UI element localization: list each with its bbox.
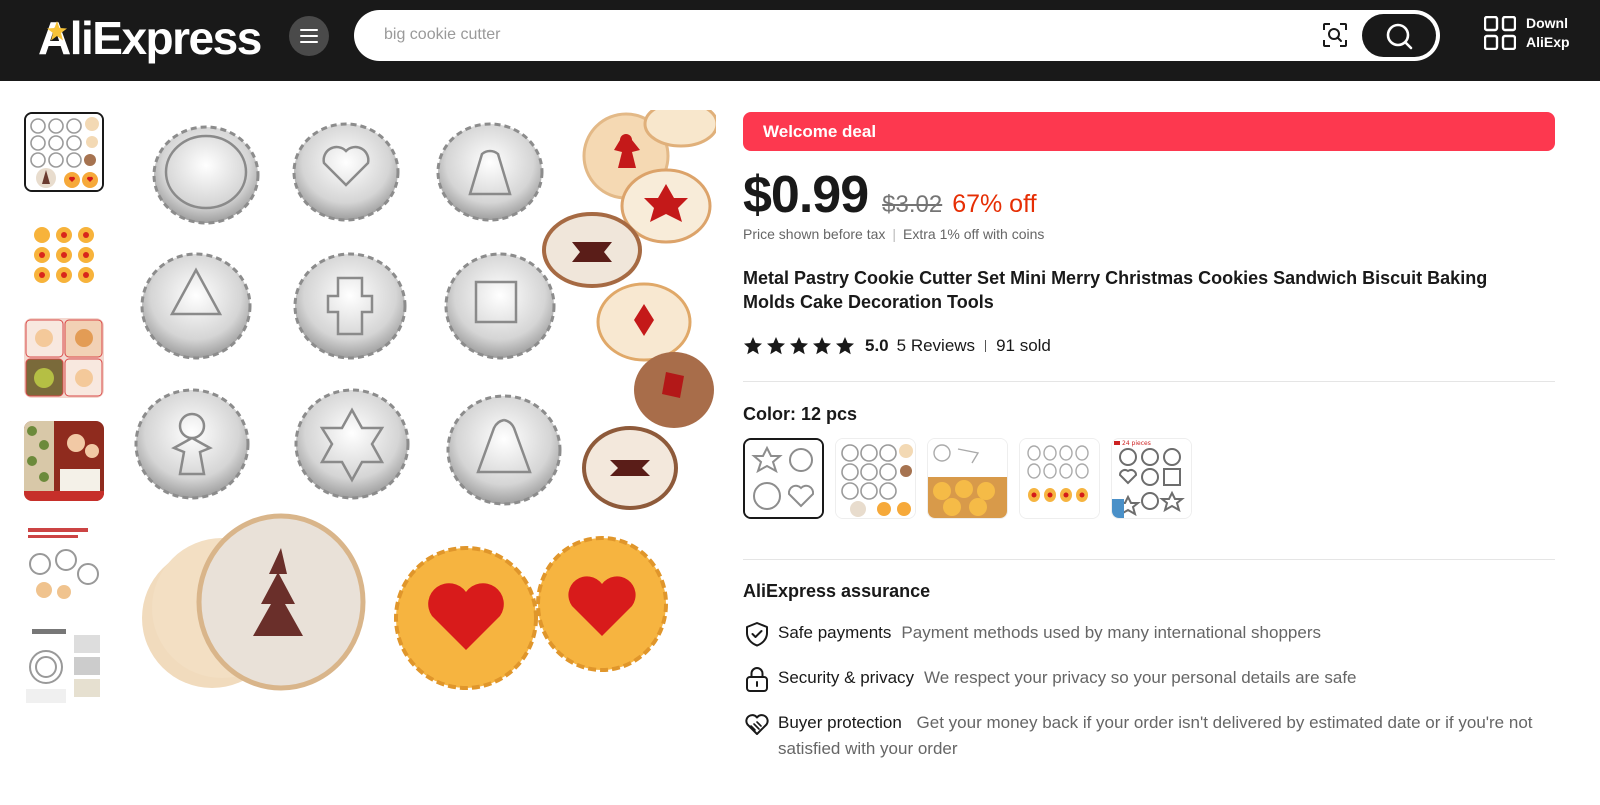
- thumbnail-6[interactable]: [24, 627, 104, 707]
- star-icon: [836, 337, 854, 355]
- assurance-desc: Payment methods used by many internation…: [901, 623, 1321, 642]
- variant-selector: 24 pieces: [743, 438, 1192, 519]
- handshake-heart-icon: [745, 714, 769, 735]
- assurance-label: Safe payments: [778, 623, 892, 642]
- thumbnail-image: [24, 318, 104, 398]
- divider: [743, 559, 1555, 560]
- assurance-safe-payments: Safe payments Payment methods used by ma…: [743, 620, 1555, 648]
- thumbnail-image: [24, 215, 104, 295]
- current-price: $0.99: [743, 166, 869, 224]
- thumbnail-3[interactable]: [24, 318, 104, 398]
- star-icon: [744, 337, 762, 355]
- main-product-image[interactable]: [126, 110, 716, 700]
- app-download-link[interactable]: Downl AliExp: [1484, 14, 1570, 52]
- variant-option-3[interactable]: [927, 438, 1008, 519]
- lock-icon: [746, 667, 768, 692]
- variant-option-4[interactable]: [1019, 438, 1100, 519]
- assurance-security-privacy: Security & privacy We respect your priva…: [743, 665, 1555, 693]
- menu-icon: [300, 29, 318, 43]
- camera-search-icon: [1323, 23, 1347, 47]
- top-header: AliExpress big cookie cutter Downl AliEx…: [0, 0, 1600, 81]
- separator: |: [892, 226, 897, 242]
- thumbnail-1[interactable]: [24, 112, 104, 192]
- variant-option-5[interactable]: 24 pieces: [1111, 438, 1192, 519]
- app-download-line2: AliExp: [1526, 34, 1570, 50]
- menu-button[interactable]: [289, 16, 329, 56]
- thumbnail-image: [24, 421, 104, 501]
- original-price: $3.02: [882, 191, 943, 218]
- search-input[interactable]: [384, 22, 1284, 48]
- star-icon: [790, 337, 808, 355]
- variant-banner-text: 24 pieces: [1122, 440, 1151, 447]
- product-title: Metal Pastry Cookie Cutter Set Mini Merr…: [743, 268, 1488, 312]
- thumbnail-4[interactable]: [24, 421, 104, 501]
- welcome-deal-banner: Welcome deal: [743, 112, 1555, 151]
- logo-star-icon: [47, 21, 67, 41]
- variant-image: [836, 439, 915, 518]
- assurance-label: Buyer protection: [778, 713, 902, 732]
- search-button[interactable]: [1362, 14, 1436, 57]
- star-icon: [813, 337, 831, 355]
- tax-note: Price shown before tax: [743, 226, 886, 242]
- color-label: Color: 12 pcs: [743, 404, 858, 424]
- aliexpress-logo[interactable]: AliExpress: [38, 10, 262, 66]
- shield-check-icon: [746, 622, 768, 647]
- assurance-desc: We respect your privacy so your personal…: [924, 668, 1357, 687]
- assurance-label: Security & privacy: [778, 668, 915, 687]
- logo-text: AliExpress: [38, 12, 262, 64]
- separator: [985, 340, 987, 352]
- thumbnail-list: [24, 112, 106, 730]
- qr-code-icon: [1484, 16, 1516, 50]
- discount-label: 67% off: [952, 190, 1037, 218]
- search-bar: [354, 10, 1440, 61]
- sold-count: 91 sold: [996, 336, 1051, 355]
- rating-score: 5.0: [865, 336, 889, 355]
- coins-note: Extra 1% off with coins: [903, 226, 1045, 242]
- variant-image: 24 pieces: [1112, 439, 1191, 518]
- assurance-buyer-protection: Buyer protection Get your money back if …: [743, 710, 1555, 762]
- price-notes: Price shown before tax | Extra 1% off with…: [743, 226, 1044, 242]
- price-row: $0.99 $3.02 67% off: [743, 165, 1037, 225]
- variant-image: [1020, 439, 1099, 518]
- variant-option-1[interactable]: [743, 438, 824, 519]
- variant-option-2[interactable]: [835, 438, 916, 519]
- thumbnail-image: [24, 627, 104, 707]
- variant-image: [745, 440, 822, 517]
- thumbnail-image: [24, 524, 104, 604]
- thumbnail-image: [26, 114, 102, 190]
- assurance-title: AliExpress assurance: [743, 581, 931, 601]
- star-rating: [743, 336, 855, 356]
- image-search-button[interactable]: [1320, 20, 1350, 50]
- app-download-line1: Downl: [1526, 15, 1568, 31]
- thumbnail-2[interactable]: [24, 215, 104, 295]
- product-photo: [126, 110, 716, 700]
- divider: [743, 381, 1555, 382]
- variant-image: [928, 439, 1007, 518]
- star-icon: [767, 337, 785, 355]
- reviews-link[interactable]: 5 Reviews: [897, 336, 975, 356]
- search-icon: [1386, 23, 1413, 49]
- thumbnail-5[interactable]: [24, 524, 104, 604]
- rating-row: 5.0 5 Reviews 91 sold: [743, 336, 1051, 356]
